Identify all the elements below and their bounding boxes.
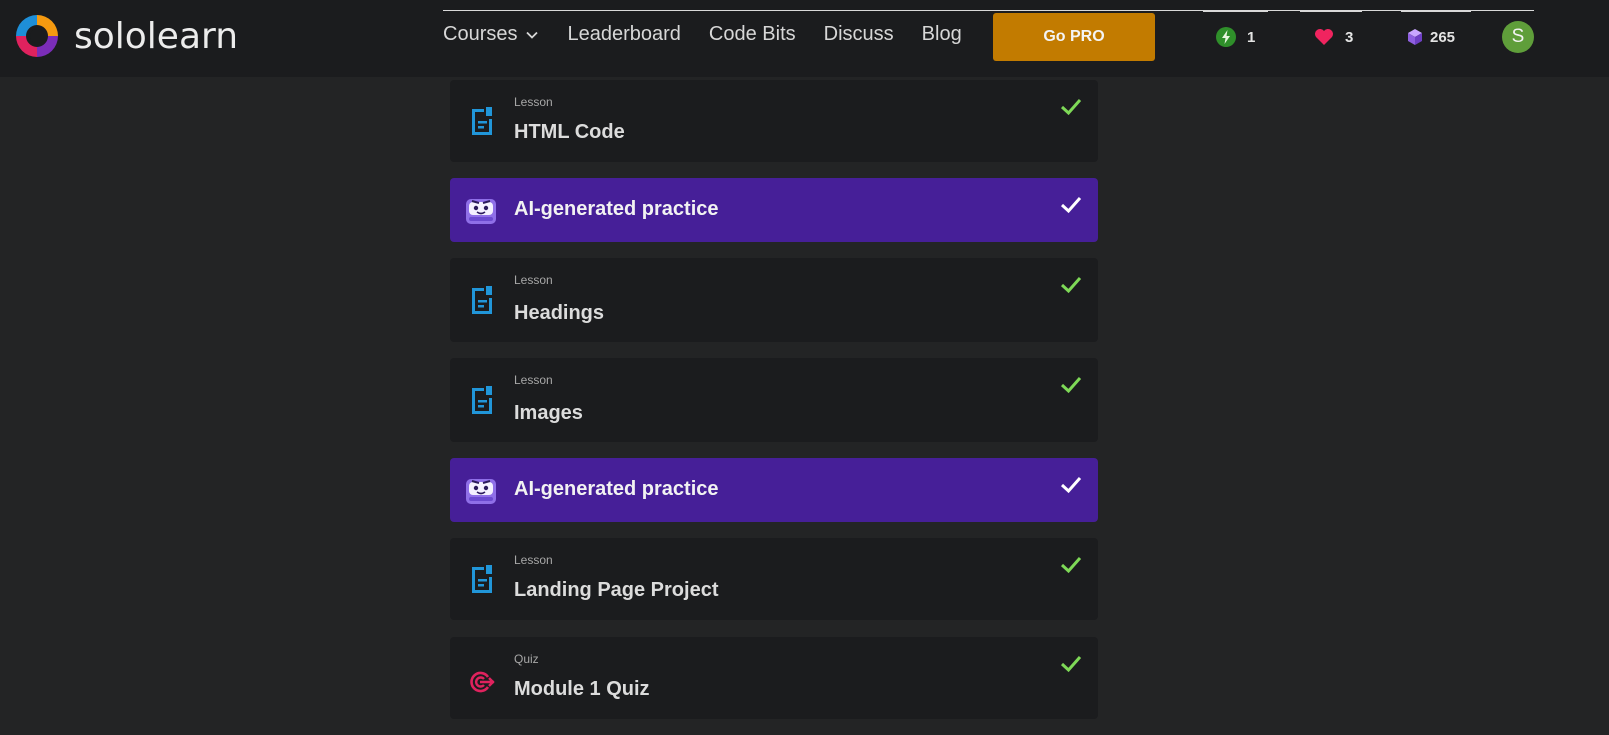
nav-courses[interactable]: Courses (443, 23, 539, 46)
stat-underline (1203, 10, 1268, 12)
user-avatar[interactable]: S (1502, 21, 1534, 53)
checkmark-icon (1060, 377, 1082, 394)
hearts-count: 3 (1345, 28, 1354, 46)
item-title: AI-generated practice (514, 478, 719, 500)
nav-blog[interactable]: Blog (922, 23, 962, 46)
top-navigation-bar: sololearn Courses Leaderboard Code Bits … (0, 0, 1609, 77)
bits-counter[interactable]: 265 (1406, 26, 1455, 48)
nav-code-bits[interactable]: Code Bits (709, 23, 796, 46)
stat-underline (1471, 10, 1534, 11)
document-icon (470, 385, 494, 419)
document-icon (470, 106, 494, 140)
checkmark-icon (1060, 277, 1082, 294)
item-title: AI-generated practice (514, 198, 719, 220)
heart-icon (1313, 26, 1335, 48)
item-type-label: Lesson (514, 553, 553, 567)
main-nav: Courses Leaderboard Code Bits Discuss Bl… (443, 23, 990, 46)
lightning-icon (1215, 26, 1237, 48)
item-type-label: Quiz (514, 652, 539, 666)
item-type-label: Lesson (514, 273, 553, 287)
lesson-card[interactable]: Lesson Landing Page Project (450, 538, 1098, 620)
robot-icon (464, 194, 498, 230)
cube-icon (1406, 26, 1424, 48)
document-icon (470, 285, 494, 319)
hearts-counter[interactable]: 3 (1313, 26, 1353, 48)
stat-underline (1401, 10, 1471, 12)
streak-count: 1 (1247, 28, 1256, 46)
item-type-label: Lesson (514, 95, 553, 109)
checkmark-icon (1060, 557, 1082, 574)
bits-count: 265 (1430, 28, 1456, 46)
ai-practice-card[interactable]: AI-generated practice (450, 178, 1098, 242)
checkmark-icon (1060, 99, 1082, 116)
nav-leaderboard[interactable]: Leaderboard (567, 23, 680, 46)
item-title: Images (514, 402, 583, 424)
chevron-down-icon (526, 31, 539, 39)
checkmark-icon (1060, 477, 1082, 494)
go-pro-button[interactable]: Go PRO (993, 13, 1155, 61)
logo-wordmark: sololearn (74, 15, 239, 57)
item-title: HTML Code (514, 121, 625, 143)
top-divider-line (443, 10, 1534, 11)
item-title: Headings (514, 302, 605, 324)
nav-discuss[interactable]: Discuss (824, 23, 894, 46)
sololearn-logo-icon (16, 15, 58, 57)
nav-courses-label: Courses (443, 23, 518, 45)
item-title: Landing Page Project (514, 579, 719, 601)
quiz-card[interactable]: Quiz Module 1 Quiz (450, 637, 1098, 719)
stat-underline (1300, 10, 1362, 12)
checkmark-icon (1060, 197, 1082, 214)
lesson-card[interactable]: Lesson HTML Code (450, 80, 1098, 162)
streak-counter[interactable]: 1 (1215, 26, 1255, 48)
robot-icon (464, 474, 498, 510)
item-title: Module 1 Quiz (514, 678, 650, 700)
target-icon (468, 669, 496, 699)
lesson-card[interactable]: Lesson Images (450, 358, 1098, 442)
lesson-card[interactable]: Lesson Headings (450, 258, 1098, 342)
sololearn-logo[interactable]: sololearn (12, 11, 238, 61)
item-type-label: Lesson (514, 373, 553, 387)
document-icon (470, 564, 494, 598)
checkmark-icon (1060, 656, 1082, 673)
ai-practice-card[interactable]: AI-generated practice (450, 458, 1098, 522)
